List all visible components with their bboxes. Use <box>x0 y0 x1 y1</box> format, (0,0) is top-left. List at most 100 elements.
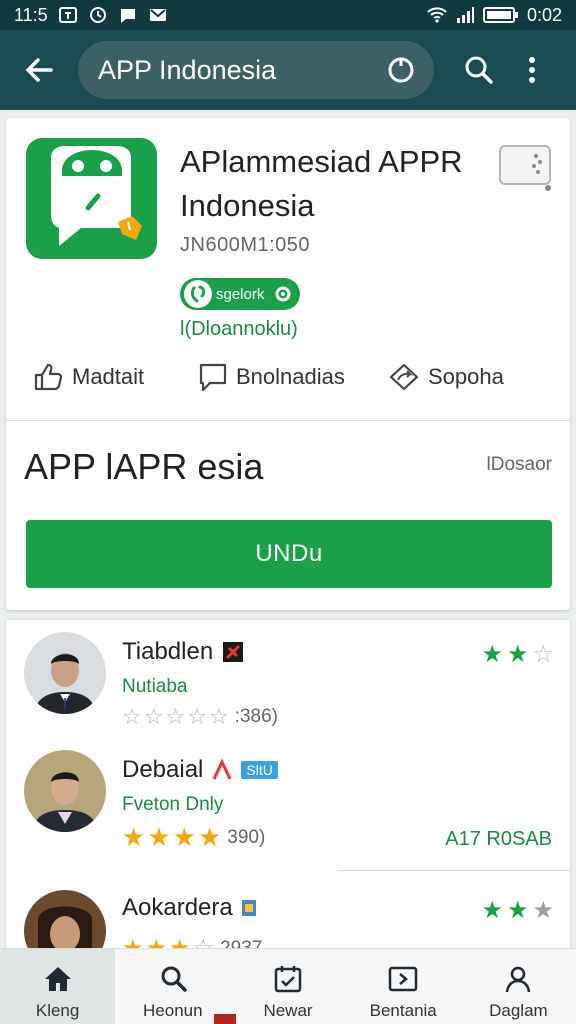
star-filled-icon: ★ <box>147 822 171 852</box>
badge-text: sgelork <box>216 285 265 303</box>
star-filled-icon: ★ <box>481 897 503 924</box>
section-title: APP lAPR esia <box>24 446 264 487</box>
chat-bubble-icon <box>120 9 135 23</box>
reviews-card: Tiabdlen Nutiaba ☆ ☆ ☆ ☆ ☆ :386) ★ ★ ☆ D… <box>6 620 570 972</box>
play-box-icon <box>387 963 419 995</box>
star-filled-icon: ★ <box>122 822 146 852</box>
review-item[interactable]: Tiabdlen Nutiaba ☆ ☆ ☆ ☆ ☆ :386) ★ ★ ☆ <box>6 632 570 742</box>
comment-action-label: Bnolnadias <box>236 364 345 389</box>
star-empty-icon: ☆ <box>187 704 207 729</box>
developer-badge[interactable]: sgelork <box>180 278 300 310</box>
reviewer-name-text: Tiabdlen <box>122 638 214 665</box>
bottom-navigation: Kleng Heonun Newar Bentania Daglam <box>0 948 576 1024</box>
search-icon <box>465 56 493 84</box>
back-button[interactable] <box>18 49 60 91</box>
app-icon <box>26 138 157 259</box>
install-button[interactable]: UNDu <box>26 520 552 588</box>
star-empty-icon: ☆ <box>165 704 186 729</box>
review-rating: ★ ★ ★ <box>481 896 554 925</box>
like-action-label: Madtait <box>72 364 145 389</box>
app-bar: APP Indonesia <box>0 30 576 110</box>
thumbs-up-icon <box>34 363 63 391</box>
section-meta: lDosaor <box>486 454 552 475</box>
review-rating: ★ ★ ☆ <box>481 640 554 669</box>
app-detail-card: APlammesiad APPR Indonesia JN600M1:050 s… <box>6 118 570 610</box>
star-filled-icon: ★ <box>506 641 529 668</box>
mail-icon <box>149 9 166 21</box>
wifi-icon <box>427 7 447 23</box>
status-bar: 11:5 0:02 <box>0 0 576 30</box>
robot-chat-logo-icon <box>51 146 142 246</box>
nav-item-news[interactable]: Newar <box>230 949 345 1024</box>
reviewer-name-text: Aokardera <box>122 894 233 921</box>
action-row: Madtait Bnolnadias Sopoha <box>6 354 570 400</box>
home-icon <box>42 963 74 995</box>
flag-icon <box>223 642 244 662</box>
comment-action[interactable]: Bnolnadias <box>198 361 345 393</box>
review-item[interactable]: Debaial SltU Fveton Dnly ★ ★ ★ ★ 390) A1… <box>6 750 570 860</box>
more-options-button[interactable] <box>510 48 554 92</box>
status-time-right: 0:02 <box>526 4 562 25</box>
caret-up-icon <box>213 759 232 780</box>
notification-box-icon <box>58 7 77 23</box>
app-name: APlammesiad APPR Indonesia <box>180 144 463 223</box>
signal-icon <box>456 7 474 23</box>
nav-label: Newar <box>263 1001 313 1020</box>
more-vertical-icon <box>529 57 535 83</box>
share-icon <box>389 363 419 391</box>
search-query[interactable]: APP Indonesia <box>98 55 386 86</box>
nav-label: Heonun <box>143 1001 203 1020</box>
review-stars: ☆ ☆ ☆ ☆ ☆ :386) <box>122 704 278 730</box>
nav-item-home[interactable]: Kleng <box>0 949 116 1024</box>
review-divider <box>338 870 570 871</box>
clear-icon[interactable] <box>386 55 416 85</box>
notification-dot <box>214 1014 236 1024</box>
share-action-label: Sopoha <box>428 364 504 389</box>
reviewer-tag: SltU <box>241 761 278 779</box>
status-time: 11:5 <box>14 4 48 25</box>
nav-item-media[interactable]: Bentania <box>346 949 461 1024</box>
gear-icon <box>275 286 291 302</box>
badge-small-icon <box>241 900 256 916</box>
like-action[interactable]: Madtait <box>32 361 144 393</box>
review-stars: ★ ★ ★ ★ 390) <box>122 822 265 853</box>
nav-item-profile[interactable]: Daglam <box>461 949 576 1024</box>
star-empty-icon: ☆ <box>532 641 554 668</box>
reviewer-subtitle: Nutiaba <box>122 676 188 697</box>
avatar <box>24 632 106 714</box>
star-filled-icon: ★ <box>172 822 196 852</box>
star-empty-icon: ☆ <box>208 704 229 729</box>
comment-icon <box>199 363 227 392</box>
arrow-left-icon <box>25 58 53 82</box>
search-bar[interactable]: APP Indonesia <box>78 41 434 99</box>
reviewer-subtitle: Fveton Dnly <box>122 794 224 815</box>
search-icon <box>157 963 189 995</box>
reviewer-name: Tiabdlen <box>122 638 245 666</box>
badge-logo-icon <box>184 280 212 308</box>
reviewer-name: Aokardera <box>122 894 257 922</box>
avatar <box>24 750 106 832</box>
nav-label: Bentania <box>369 1001 437 1020</box>
search-button[interactable] <box>456 48 500 92</box>
qr-share-icon[interactable] <box>498 144 554 192</box>
clock-icon <box>89 7 106 23</box>
card-divider <box>6 420 570 421</box>
star-filled-icon: ★ <box>532 897 554 924</box>
nav-item-search[interactable]: Heonun <box>115 949 230 1024</box>
star-filled-icon: ★ <box>506 897 529 924</box>
share-action[interactable]: Sopoha <box>388 361 504 393</box>
reviewer-name: Debaial SltU <box>122 756 278 784</box>
star-empty-icon: ☆ <box>122 704 142 729</box>
person-icon <box>502 963 534 995</box>
reviewer-name-text: Debaial <box>122 756 204 783</box>
calendar-check-icon <box>272 963 304 995</box>
star-filled-icon: ★ <box>481 641 503 668</box>
app-id-text: JN600M1:050 <box>180 234 311 256</box>
battery-icon <box>482 7 518 23</box>
nav-label: Daglam <box>489 1001 548 1020</box>
star-filled-icon: ★ <box>197 822 222 852</box>
developer-link[interactable]: l(Dloannoklu) <box>180 318 298 341</box>
nav-label: Kleng <box>35 1001 80 1020</box>
review-count: :386) <box>234 706 278 727</box>
star-empty-icon: ☆ <box>143 704 164 729</box>
